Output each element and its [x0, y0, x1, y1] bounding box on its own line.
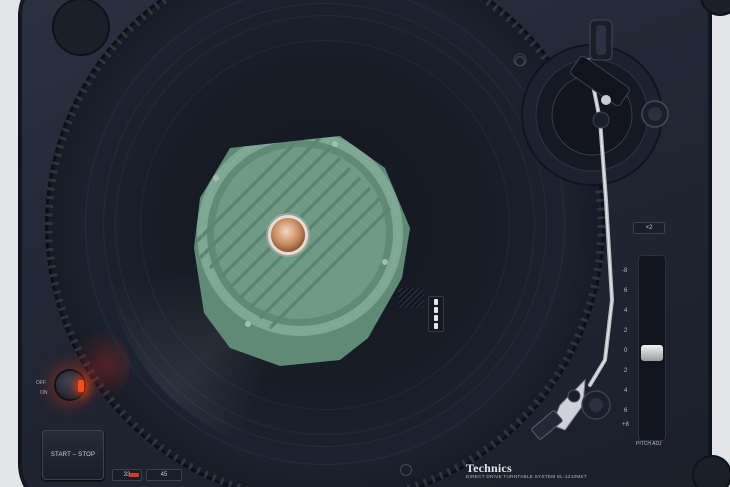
power-on-label: ON	[40, 390, 48, 396]
model-caption: DIRECT DRIVE TURNTABLE SYSTEM SL-1210MK7	[466, 474, 587, 479]
tonearm-assembly	[513, 19, 669, 440]
start-stop-button[interactable]: START – STOP	[42, 430, 104, 480]
pitch-adj-label: PITCH ADJ	[636, 441, 662, 447]
screw-icon	[515, 56, 525, 66]
power-led-icon	[78, 380, 84, 392]
speed-33-led-icon	[129, 473, 139, 477]
screw-icon	[400, 464, 412, 476]
pitch-range-x2-button[interactable]: ×2	[633, 222, 665, 234]
power-off-label: OFF	[36, 380, 46, 386]
pitch-fader-handle[interactable]	[641, 345, 663, 361]
speed-45-button[interactable]: 45	[146, 469, 182, 481]
turntable-deck: ×2 -8 6 4 2 0 2 4 6 +8 PITCH ADJ OFF ON …	[0, 0, 730, 487]
